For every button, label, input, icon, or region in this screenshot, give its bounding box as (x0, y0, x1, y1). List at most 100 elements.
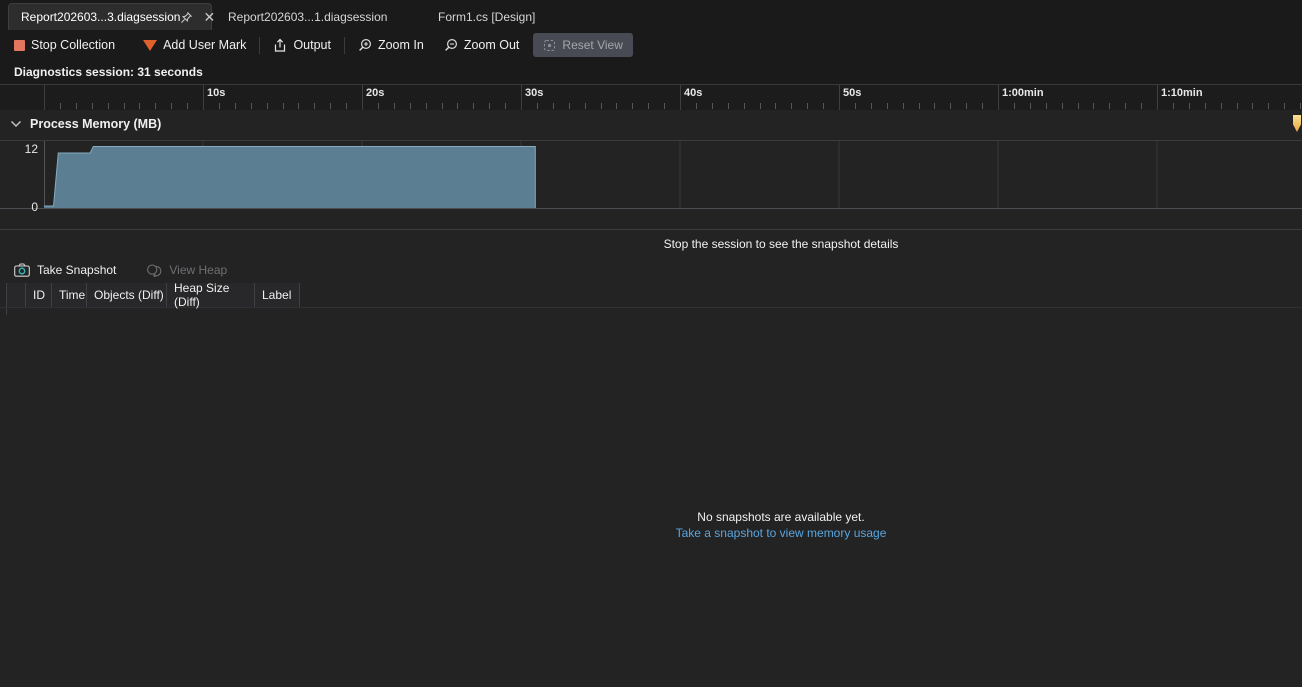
reset-view-button[interactable]: Reset View (533, 33, 632, 57)
ruler-minor-tick (1268, 103, 1269, 109)
ruler-minor-tick (775, 103, 776, 109)
ruler-minor-tick (887, 103, 888, 109)
ruler-minor-tick (394, 103, 395, 109)
ruler-minor-tick (76, 103, 77, 109)
ruler-minor-tick (537, 103, 538, 109)
ruler-major-tick (839, 85, 840, 110)
ruler-minor-tick (1093, 103, 1094, 109)
timeline-ruler[interactable]: 10s20s30s40s50s1:00min1:10min (0, 84, 1302, 110)
ruler-minor-tick (632, 103, 633, 109)
ruler-minor-tick (92, 103, 93, 109)
ruler-minor-tick (1205, 103, 1206, 109)
process-memory-chart[interactable]: 12 0 (0, 140, 1302, 209)
ruler-minor-tick (744, 103, 745, 109)
ruler-minor-tick (791, 103, 792, 109)
ruler-minor-tick (807, 103, 808, 109)
snapshot-list-body: No snapshots are available yet. Take a s… (0, 309, 1302, 687)
add-user-mark-label: Add User Mark (163, 38, 246, 52)
ruler-minor-tick (298, 103, 299, 109)
session-status-row: Diagnostics session: 31 seconds (0, 60, 1302, 84)
zoom-out-button[interactable]: Zoom Out (434, 32, 530, 58)
take-snapshot-button[interactable]: Take Snapshot (6, 263, 124, 277)
ruler-minor-tick (664, 103, 665, 109)
column-header-label[interactable]: Label (254, 283, 300, 307)
ruler-major-tick (998, 85, 999, 110)
chevron-down-icon[interactable] (10, 120, 22, 128)
ruler-tick-label: 1:00min (1002, 87, 1044, 99)
tab-form1-design[interactable]: Form1.cs [Design] (426, 4, 552, 30)
ruler-minor-tick (473, 103, 474, 109)
ruler-tick-label: 30s (525, 87, 543, 99)
session-status-text: Diagnostics session: 31 seconds (14, 65, 203, 79)
ruler-major-tick (521, 85, 522, 110)
ruler-tick-label: 40s (684, 87, 702, 99)
ruler-minor-tick (1062, 103, 1063, 109)
snapshot-notice-bar: Stop the session to see the snapshot det… (0, 229, 1302, 257)
add-user-mark-button[interactable]: Add User Mark (133, 32, 256, 58)
take-snapshot-link[interactable]: Take a snapshot to view memory usage (260, 525, 1302, 541)
y-axis-tick-zero: 0 (4, 200, 38, 214)
tab-diagsession-3[interactable]: Report202603...3.diagsession ✕ (8, 3, 212, 30)
ruler-minor-tick (855, 103, 856, 109)
diagnostics-toolbar: Stop Collection Add User Mark Output (0, 30, 1302, 60)
user-mark-flag-icon[interactable] (1293, 115, 1301, 132)
pin-icon[interactable] (180, 11, 193, 24)
output-label: Output (293, 38, 331, 52)
document-tab-bar: Report202603...3.diagsession ✕ Report202… (0, 0, 1302, 30)
zoom-in-label: Zoom In (378, 38, 424, 52)
memory-usage-area (44, 147, 535, 209)
ruler-major-tick (1157, 85, 1158, 110)
ruler-minor-tick (139, 103, 140, 109)
close-icon[interactable]: ✕ (203, 10, 215, 24)
stop-collection-label: Stop Collection (31, 38, 115, 52)
ruler-minor-tick (934, 103, 935, 109)
ruler-minor-tick (585, 103, 586, 109)
ruler-minor-tick (410, 103, 411, 109)
ruler-minor-tick (1078, 103, 1079, 109)
view-heap-button[interactable]: View Heap (138, 263, 235, 277)
column-header-objects-diff[interactable]: Objects (Diff) (86, 283, 166, 307)
ruler-minor-tick (760, 103, 761, 109)
ruler-minor-tick (1237, 103, 1238, 109)
ruler-minor-tick (1189, 103, 1190, 109)
ruler-tick-label: 1:10min (1161, 87, 1203, 99)
tab-diagsession-1[interactable]: Report202603...1.diagsession (216, 4, 390, 30)
zoom-in-icon (358, 38, 372, 52)
ruler-minor-tick (489, 103, 490, 109)
ruler-minor-tick (1173, 103, 1174, 109)
column-header-id[interactable]: ID (25, 283, 51, 307)
output-button[interactable]: Output (263, 32, 341, 58)
ruler-minor-tick (903, 103, 904, 109)
ruler-minor-tick (1030, 103, 1031, 109)
ruler-minor-tick (457, 103, 458, 109)
heap-icon (146, 263, 162, 277)
ruler-minor-tick (155, 103, 156, 109)
ruler-minor-tick (712, 103, 713, 109)
column-header-heap-size-diff[interactable]: Heap Size (Diff) (166, 283, 254, 307)
ruler-minor-tick (1125, 103, 1126, 109)
column-header-time[interactable]: Time (51, 283, 86, 307)
ruler-minor-tick (1252, 103, 1253, 109)
ruler-tick-label: 50s (843, 87, 861, 99)
zoom-out-label: Zoom Out (464, 38, 520, 52)
snapshot-notice-text: Stop the session to see the snapshot det… (260, 237, 1302, 251)
zoom-out-icon (444, 38, 458, 52)
reset-view-label: Reset View (562, 38, 622, 52)
empty-state-title: No snapshots are available yet. (260, 509, 1302, 525)
snapshot-table-header: IDTimeObjects (Diff)Heap Size (Diff)Labe… (0, 283, 1302, 308)
stop-collection-button[interactable]: Stop Collection (4, 32, 125, 58)
ruler-minor-tick (346, 103, 347, 109)
zoom-in-button[interactable]: Zoom In (348, 32, 434, 58)
tab-label: Form1.cs [Design] (438, 10, 535, 24)
ruler-minor-tick (982, 103, 983, 109)
memory-area-chart-svg (44, 141, 1302, 208)
ruler-minor-tick (950, 103, 951, 109)
column-header-blank[interactable] (6, 283, 25, 307)
ruler-minor-tick (1141, 103, 1142, 109)
ruler-minor-tick (283, 103, 284, 109)
ruler-minor-tick (1046, 103, 1047, 109)
toolbar-separator (259, 37, 260, 54)
ruler-minor-tick (728, 103, 729, 109)
view-heap-label: View Heap (169, 263, 227, 277)
ruler-minor-tick (1300, 103, 1301, 109)
